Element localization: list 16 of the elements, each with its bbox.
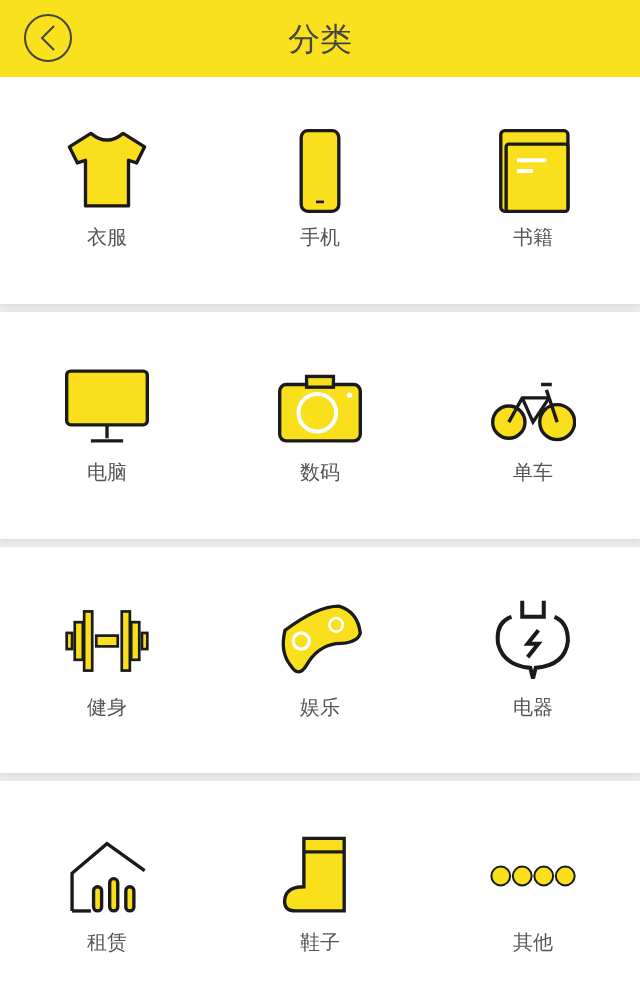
category-label[interactable]: 鞋子 xyxy=(300,926,340,957)
category-label[interactable]: 衣服 xyxy=(86,222,127,253)
category-label[interactable]: 单车 xyxy=(513,457,554,488)
back-button[interactable] xyxy=(24,14,72,62)
category-label[interactable]: 娱乐 xyxy=(300,691,340,722)
category-label[interactable]: 健身 xyxy=(86,691,127,722)
category-label[interactable]: 数码 xyxy=(300,457,340,488)
category-label[interactable]: 其他 xyxy=(513,926,554,957)
back-icon xyxy=(38,24,58,52)
category-label[interactable]: 手机 xyxy=(300,222,340,253)
category-label[interactable]: 租赁 xyxy=(86,926,127,957)
category-label[interactable]: 电脑 xyxy=(86,457,127,488)
category-label[interactable]: 电器 xyxy=(513,691,554,722)
category-label[interactable]: 书籍 xyxy=(513,222,554,253)
more-icon xyxy=(490,864,577,887)
page-title: 分类 xyxy=(288,19,352,59)
